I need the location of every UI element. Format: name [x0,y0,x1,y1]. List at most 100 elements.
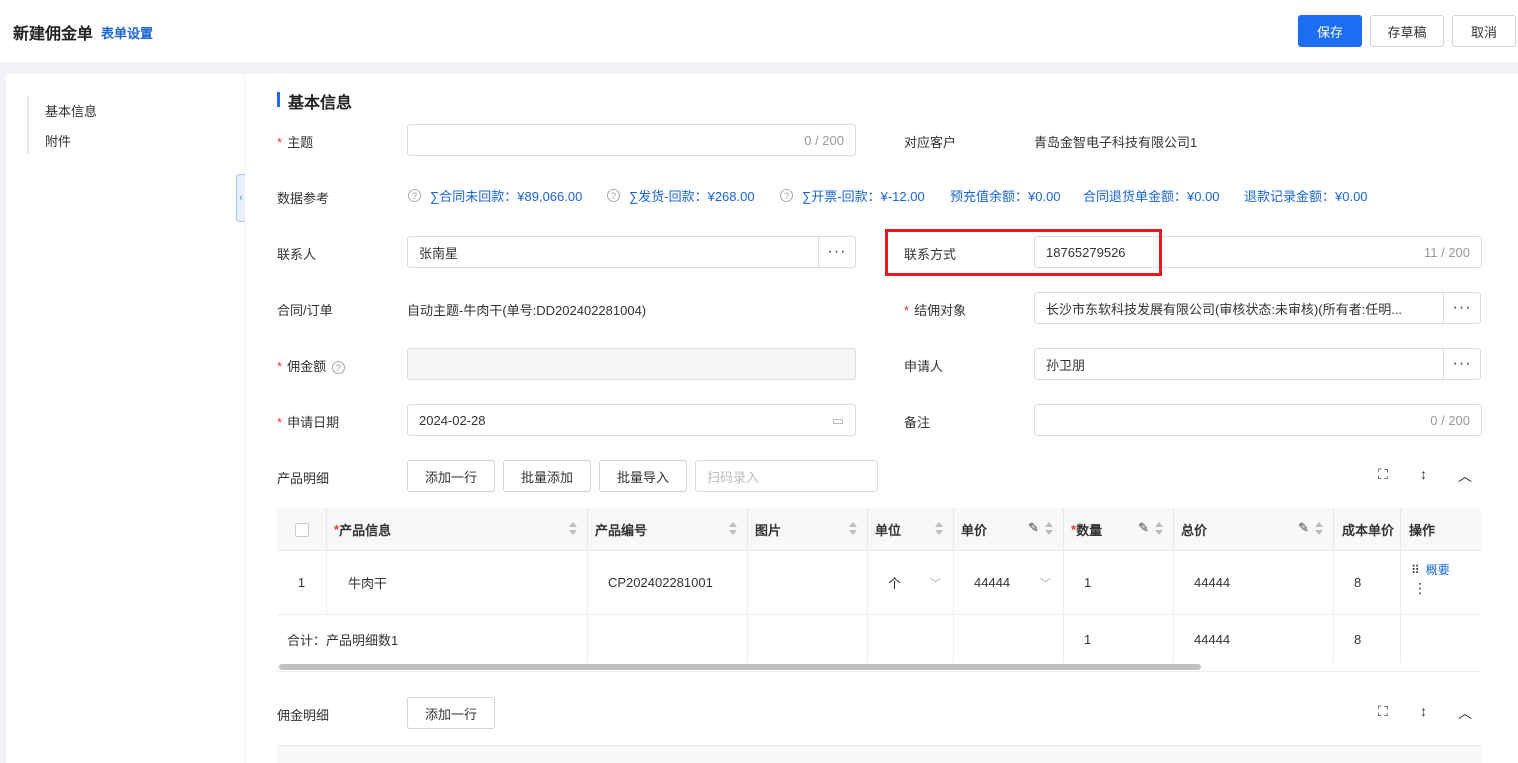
form-settings-link[interactable]: 表单设置 [101,23,153,42]
help-icon: ? [331,361,345,375]
commission-table-header [277,745,1481,763]
product-cost: 8 [1334,551,1401,614]
data-ref-label: 数据参考 [277,191,330,206]
horizontal-scrollbar[interactable] [279,664,1201,670]
col-product-info[interactable]: * 产品信息 [327,508,588,551]
product-price[interactable]: 44444 ﹀ [954,551,1064,614]
product-name[interactable]: 牛肉干 [327,551,588,614]
summary-cost: 8 [1334,615,1401,663]
contact-label: 联系人 [277,247,317,262]
save-draft-button[interactable]: 存草稿 [1370,15,1444,47]
fullscreen-icon[interactable]: ⛶ [1378,466,1388,483]
batch-import-button[interactable]: 批量导入 [599,460,687,492]
settle-target-input[interactable]: 长沙市东软科技发展有限公司(审核状态:未审核)(所有者:任明... ··· [1034,292,1481,324]
commission-detail-label: 佣金明细 [277,708,330,723]
sort-icon[interactable] [569,522,577,536]
chevron-left-icon: ‹ [239,192,243,204]
col-price[interactable]: 单价 ✎ [954,508,1064,551]
col-qty[interactable]: * 数量 ✎ [1064,508,1174,551]
top-bar: 新建佣金单 表单设置 保存 存草稿 取消 [0,0,1518,62]
commission-add-row-button[interactable]: 添加一行 [407,697,495,729]
col-action: 操作 [1409,523,1436,538]
summary-empty [954,615,1064,663]
settle-target-label: 结佣对象 [904,300,966,319]
select-all-cell [277,508,327,551]
row-height-icon[interactable]: ↕ [1420,703,1427,719]
add-row-button[interactable]: 添加一行 [407,460,495,492]
fullscreen-icon[interactable]: ⛶ [1378,703,1388,720]
save-button[interactable]: 保存 [1298,15,1362,47]
nav-divider [27,96,29,154]
help-icon: ? [408,189,421,202]
col-cost[interactable]: 成本单价 [1334,508,1401,551]
data-ref-shipped[interactable]: ? ∑发货-回款：¥268.00 [607,186,755,205]
summary-qty: 1 [1064,615,1174,663]
subject-input[interactable]: 0 / 200 [407,124,856,156]
row-height-icon[interactable]: ↕ [1420,466,1427,482]
sort-icon[interactable] [849,522,857,536]
applicant-label: 申请人 [904,359,944,374]
more-vertical-icon[interactable]: ⋮ [1413,581,1427,595]
cancel-button[interactable]: 取消 [1452,15,1516,47]
data-ref-return[interactable]: 合同退货单金额：¥0.00 [1083,186,1220,205]
commission-label: 佣金额 ? [277,356,354,375]
highlight-box [885,229,1162,276]
data-ref-unpaid[interactable]: ? ∑合同未回款：¥89,066.00 [408,186,582,205]
edit-icon[interactable]: ✎ [1298,520,1309,536]
subject-label: 主题 [277,132,313,151]
apply-date-input[interactable]: 2024-02-28 ▭ [407,404,856,436]
col-product-code[interactable]: 产品编号 [588,508,748,551]
data-ref-prepaid[interactable]: 预充值余额：¥0.00 [950,186,1061,205]
action-cell: ⠿ 概要 ⋮ [1401,551,1481,614]
more-icon[interactable]: ··· [1443,293,1480,323]
commission-input [407,348,856,380]
product-image[interactable] [748,551,868,614]
batch-add-button[interactable]: 批量添加 [503,460,591,492]
row-index: 1 [277,551,327,614]
contract-label: 合同/订单 [277,303,333,318]
drag-handle-icon[interactable]: ⠿ [1411,563,1420,577]
calendar-icon[interactable]: ▭ [832,413,844,429]
nav-item-attachments[interactable]: 附件 [45,131,71,150]
collapse-icon[interactable]: ︿ [1458,703,1472,723]
edit-icon[interactable]: ✎ [1028,520,1039,536]
edit-icon[interactable]: ✎ [1138,520,1149,536]
sort-icon[interactable] [935,522,943,536]
contact-method-counter: 11 / 200 [1423,245,1470,260]
sort-icon[interactable] [1155,522,1163,536]
product-table-header: * 产品信息 产品编号 图片 单位 单价 ✎ * 数量 ✎ 总价 ✎ 成本单价 操作 [277,508,1481,551]
product-detail-label: 产品明细 [277,471,330,486]
summary-label: 合计：产品明细数1 [277,615,588,663]
select-all-checkbox[interactable] [294,522,309,537]
col-total[interactable]: 总价 ✎ [1174,508,1334,551]
product-code[interactable]: CP202402281001 [588,551,748,614]
summary-empty [868,615,954,663]
data-ref-refund[interactable]: 退款记录金额：¥0.00 [1244,186,1368,205]
chevron-down-icon: ﹀ [930,577,941,590]
anchor-nav-panel [6,74,244,763]
table-bottom-border [277,671,1481,672]
scan-placeholder: 扫码录入 [707,469,760,485]
scan-input[interactable]: 扫码录入 [695,460,878,492]
remark-label: 备注 [904,415,931,430]
data-ref-invoiced[interactable]: ? ∑开票-回款：¥-12.00 [780,186,925,205]
collapse-icon[interactable]: ︿ [1458,466,1472,486]
col-image[interactable]: 图片 [748,508,868,551]
product-qty[interactable]: 1 [1064,551,1174,614]
sort-icon[interactable] [1315,522,1323,536]
summary-link[interactable]: 概要 [1426,561,1450,578]
product-unit[interactable]: 个 ﹀ [868,551,954,614]
nav-item-basic-info[interactable]: 基本信息 [45,101,97,120]
product-total[interactable]: 44444 [1174,551,1334,614]
col-unit[interactable]: 单位 [868,508,954,551]
sort-icon[interactable] [1045,522,1053,536]
more-icon[interactable]: ··· [1443,349,1480,379]
remark-input[interactable]: 0 / 200 [1034,404,1482,436]
sort-icon[interactable] [729,522,737,536]
customer-value: 青岛金智电子科技有限公司1 [1034,135,1198,150]
help-icon: ? [780,189,793,202]
settle-target-value: 长沙市东软科技发展有限公司(审核状态:未审核)(所有者:任明... [1046,301,1403,317]
more-icon[interactable]: ··· [818,237,855,267]
applicant-input[interactable]: 孙卫朋 ··· [1034,348,1481,380]
contact-input[interactable]: 张南星 ··· [407,236,856,268]
